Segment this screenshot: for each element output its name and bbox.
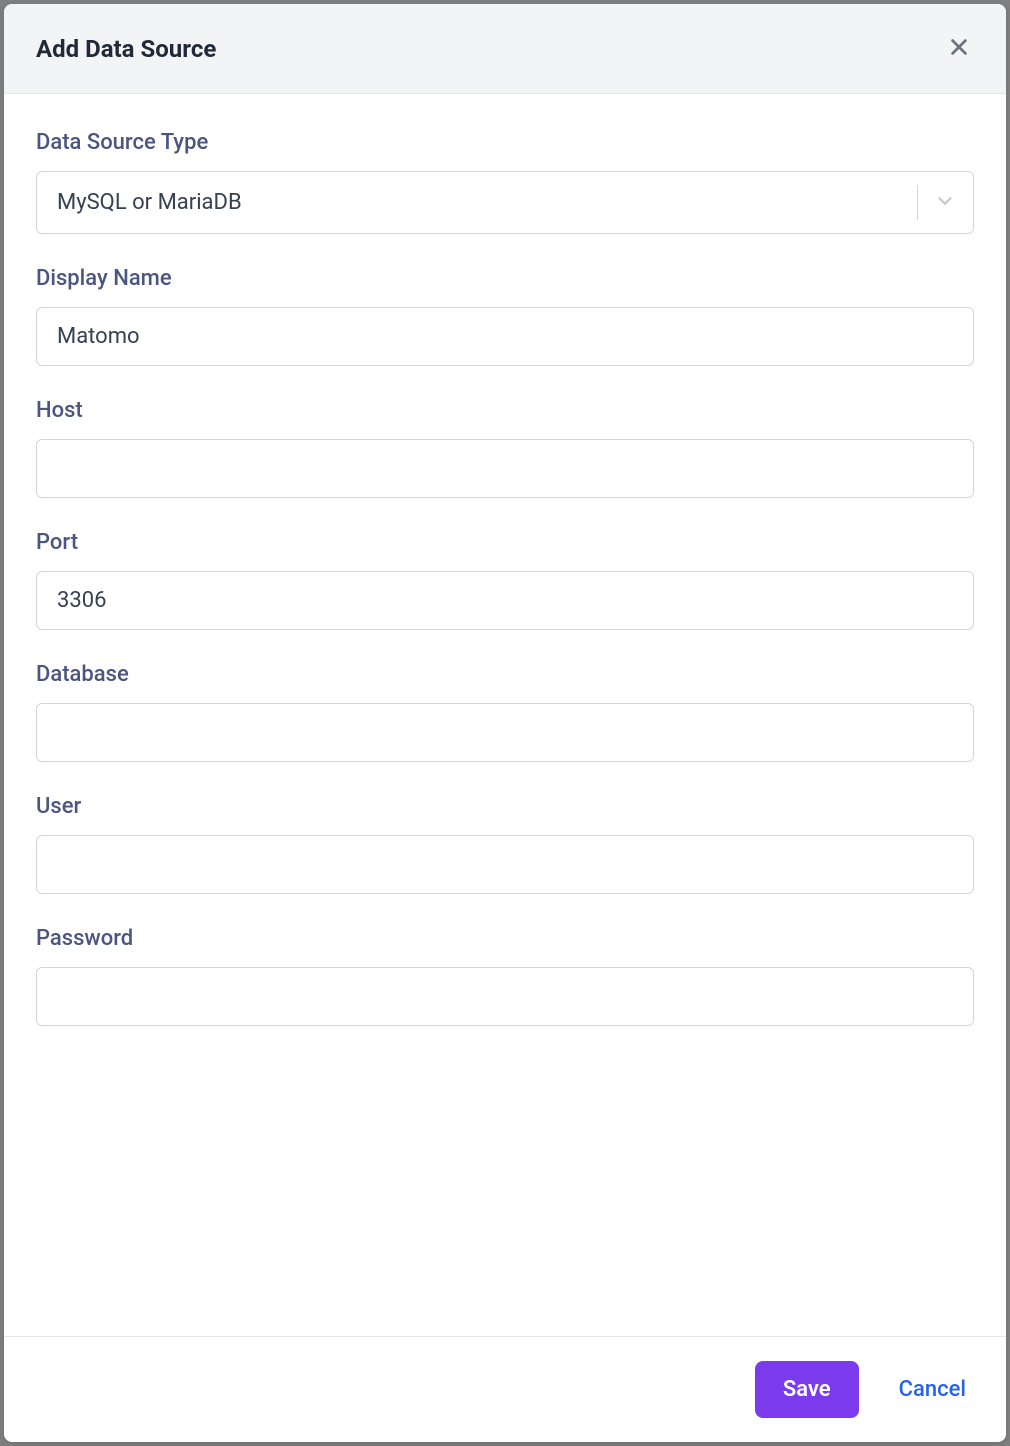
cancel-button[interactable]: Cancel xyxy=(895,1369,970,1410)
port-input[interactable] xyxy=(36,571,974,630)
host-label: Host xyxy=(36,398,974,423)
password-input[interactable] xyxy=(36,967,974,1026)
modal-body: Data Source Type MySQL or MariaDB Displa… xyxy=(4,94,1006,1336)
database-label: Database xyxy=(36,662,974,687)
user-input[interactable] xyxy=(36,835,974,894)
save-button[interactable]: Save xyxy=(755,1361,859,1418)
port-label: Port xyxy=(36,530,974,555)
modal-title: Add Data Source xyxy=(36,35,216,63)
password-group: Password xyxy=(36,926,974,1026)
display-name-group: Display Name xyxy=(36,266,974,366)
display-name-label: Display Name xyxy=(36,266,974,291)
display-name-input[interactable] xyxy=(36,307,974,366)
password-label: Password xyxy=(36,926,974,951)
database-input[interactable] xyxy=(36,703,974,762)
data-source-type-value: MySQL or MariaDB xyxy=(57,190,242,215)
user-label: User xyxy=(36,794,974,819)
data-source-type-select[interactable]: MySQL or MariaDB xyxy=(36,171,974,234)
add-data-source-modal: Add Data Source Data Source Type MySQL o… xyxy=(4,4,1006,1442)
user-group: User xyxy=(36,794,974,894)
data-source-type-group: Data Source Type MySQL or MariaDB xyxy=(36,130,974,234)
modal-header: Add Data Source xyxy=(4,4,1006,94)
database-group: Database xyxy=(36,662,974,762)
host-group: Host xyxy=(36,398,974,498)
port-group: Port xyxy=(36,530,974,630)
modal-footer: Save Cancel xyxy=(4,1336,1006,1442)
close-icon xyxy=(948,36,970,61)
close-button[interactable] xyxy=(944,32,974,65)
data-source-type-label: Data Source Type xyxy=(36,130,974,155)
host-input[interactable] xyxy=(36,439,974,498)
